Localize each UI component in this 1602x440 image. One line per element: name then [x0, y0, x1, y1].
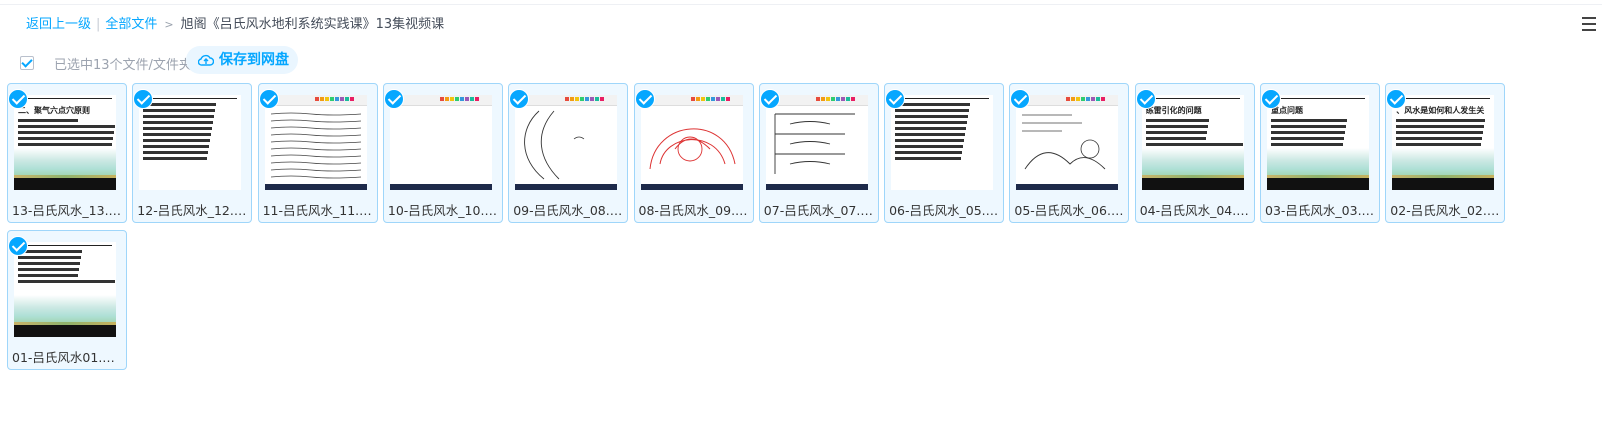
video-thumbnail — [14, 242, 116, 337]
check-circle-icon[interactable] — [1261, 89, 1281, 109]
video-thumbnail — [139, 95, 242, 190]
video-thumbnail — [1016, 95, 1119, 190]
slide-title: 二、聚气六点穴原则 — [18, 106, 90, 115]
select-all-checkbox[interactable] — [20, 56, 34, 70]
file-card[interactable]: 05-吕氏风水_06.m... — [1009, 83, 1130, 223]
current-folder-name: 旭阁《吕氏风水地利系统实践课》13集视频课 — [180, 17, 445, 32]
file-card[interactable]: 06-吕氏风水_05.m... — [884, 83, 1005, 223]
file-name: 10-吕氏风水_10.m... — [387, 203, 502, 218]
file-name: 06-吕氏风水_05.m... — [889, 203, 1004, 218]
file-card[interactable]: 09-吕氏风水_08.m... — [508, 83, 629, 223]
check-circle-icon[interactable] — [8, 236, 28, 256]
file-card[interactable]: 、风水是如何和人发生关 02-吕氏风水_02.m... — [1385, 83, 1506, 223]
file-card[interactable]: 07-吕氏风水_07.m... — [758, 83, 879, 223]
check-circle-icon[interactable] — [258, 89, 279, 109]
file-card[interactable]: 练雷引化的问题 04-吕氏风水_04.m... — [1134, 83, 1255, 223]
all-files-link[interactable]: 全部文件 — [105, 17, 157, 32]
breadcrumb-arrow: > — [164, 18, 174, 31]
file-name: 02-吕氏风水_02.m... — [1390, 203, 1505, 218]
file-card[interactable]: 11-吕氏风水_11.m... — [257, 83, 378, 223]
file-name: 12-吕氏风水_12.m... — [137, 203, 252, 218]
video-thumbnail — [765, 95, 868, 190]
breadcrumb-separator: | — [96, 17, 101, 32]
file-name: 01-吕氏风水01.mp... — [12, 350, 126, 365]
video-thumbnail: 二、聚气六点穴原则 — [14, 95, 116, 190]
breadcrumb: 返回上一级 | 全部文件 > 旭阁《吕氏风水地利系统实践课》13集视频课 — [26, 16, 444, 34]
save-to-netdisk-button[interactable]: 保存到网盘 — [186, 46, 298, 74]
check-circle-icon[interactable] — [634, 89, 655, 109]
video-thumbnail: 练雷引化的问题 — [1141, 95, 1244, 190]
file-name: 03-吕氏风水_03.m... — [1265, 203, 1379, 218]
cloud-upload-icon — [198, 54, 214, 66]
file-name: 11-吕氏风水_11.m... — [262, 203, 377, 218]
file-name: 09-吕氏风水_08.m... — [513, 203, 628, 218]
video-thumbnail — [515, 95, 618, 190]
file-card[interactable]: 二、聚气六点穴原则 13-吕氏风水_13.m... — [7, 83, 127, 223]
video-thumbnail — [264, 95, 367, 190]
file-card[interactable]: 08-吕氏风水_09.m... — [633, 83, 754, 223]
file-name: 13-吕氏风水_13.m... — [12, 203, 126, 218]
check-circle-icon[interactable] — [1135, 89, 1156, 109]
file-card[interactable]: 重点问题 03-吕氏风水_03.m... — [1260, 83, 1380, 223]
file-card[interactable]: 12-吕氏风水_12.m... — [132, 83, 253, 223]
video-thumbnail — [891, 95, 994, 190]
video-thumbnail — [389, 95, 492, 190]
back-link[interactable]: 返回上一级 — [26, 17, 91, 32]
file-card[interactable]: 10-吕氏风水_10.m... — [382, 83, 503, 223]
file-name: 08-吕氏风水_09.m... — [638, 203, 753, 218]
file-name: 05-吕氏风水_06.m... — [1014, 203, 1129, 218]
check-circle-icon[interactable] — [759, 89, 780, 109]
check-circle-icon[interactable] — [885, 89, 906, 109]
file-name: 04-吕氏风水_04.m... — [1139, 203, 1254, 218]
video-thumbnail: 重点问题 — [1267, 95, 1369, 190]
selection-count: 已选中13个文件/文件夹 — [54, 58, 192, 73]
check-circle-icon[interactable] — [8, 89, 28, 109]
check-circle-icon[interactable] — [383, 89, 404, 109]
top-divider — [0, 4, 1602, 5]
file-name: 07-吕氏风水_07.m... — [763, 203, 878, 218]
file-card[interactable]: 01-吕氏风水01.mp... — [7, 230, 127, 370]
video-thumbnail: 、风水是如何和人发生关 — [1392, 95, 1495, 190]
slide-title: 、风水是如何和人发生关 — [1396, 106, 1485, 115]
list-menu-icon[interactable] — [1582, 15, 1602, 33]
video-thumbnail — [640, 95, 743, 190]
slide-title: 练雷引化的问题 — [1145, 106, 1202, 115]
save-button-label: 保存到网盘 — [219, 52, 289, 68]
